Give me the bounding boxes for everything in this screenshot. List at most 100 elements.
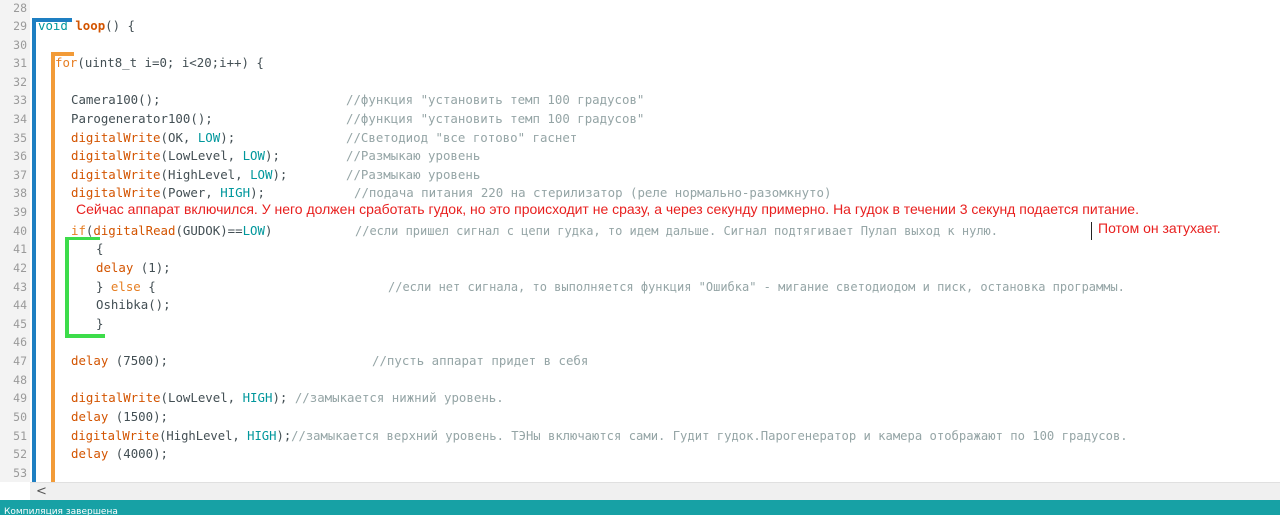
code-token: HIGH — [220, 185, 251, 200]
code-token: } — [96, 279, 111, 294]
code-token: loop — [75, 18, 106, 33]
code-token: (1500); — [108, 409, 168, 424]
code-token: i=0; i<20;i++) { — [137, 55, 264, 70]
code-token: (Power, — [160, 185, 221, 200]
scroll-left-arrow-icon[interactable]: < — [36, 483, 47, 501]
line-number: 35 — [13, 131, 27, 145]
line-number: 44 — [13, 298, 27, 312]
code-line-31: for(uint8_t i=0; i<20;i++) { — [55, 56, 264, 70]
code-comment: //Размыкаю уровень — [346, 167, 481, 182]
code-token: { — [96, 241, 104, 256]
orange-bracket-annotation — [51, 52, 74, 56]
line-number: 36 — [13, 149, 27, 163]
line-number: 29 — [13, 19, 27, 33]
code-token: LOW — [242, 223, 265, 238]
code-token: ( — [77, 55, 85, 70]
code-token: delay — [71, 409, 109, 424]
line-number: 52 — [13, 447, 27, 461]
green-bracket-annotation — [65, 237, 100, 240]
code-comment: //подача питания 220 на стерилизатор (ре… — [354, 185, 832, 200]
code-token: (7500); — [108, 353, 168, 368]
code-token: (4000); — [108, 446, 168, 461]
code-line-50: delay (1500); — [71, 410, 168, 424]
text-cursor — [1091, 222, 1092, 240]
code-token: delay — [71, 446, 109, 461]
code-token: Parogenerator100(); — [71, 111, 213, 126]
orange-bracket-annotation — [51, 52, 55, 482]
blue-bracket-annotation — [32, 18, 36, 482]
code-token: ); — [276, 429, 292, 443]
code-token: (HighLevel, — [160, 167, 251, 182]
line-number-gutter: 28 29 30 31 32 33 34 35 36 37 38 39 40 4… — [0, 0, 30, 482]
code-token: ); — [272, 167, 288, 182]
code-comment: //если нет сигнала, то выполняется функц… — [388, 280, 1125, 294]
code-token: ); — [272, 390, 288, 405]
code-line-52: delay (4000); — [71, 447, 168, 461]
line-number: 38 — [13, 186, 27, 200]
code-comment: //функция "установить темп 100 градусов" — [346, 111, 645, 126]
green-bracket-annotation — [65, 334, 105, 338]
code-line-40: if(digitalRead(GUDOK)==LOW) — [71, 224, 272, 238]
code-comment: //Светодиод "все готово" гаснет — [346, 130, 578, 145]
code-token: else — [110, 279, 141, 294]
code-comment: //Размыкаю уровень — [346, 148, 481, 163]
line-number: 37 — [13, 168, 27, 182]
code-line-51: digitalWrite(HighLevel, HIGH);//замыкает… — [71, 429, 1128, 443]
line-number: 39 — [13, 205, 27, 219]
line-number: 47 — [13, 354, 27, 368]
code-token: (GUDOK)== — [175, 223, 243, 238]
line-number: 32 — [13, 75, 27, 89]
horizontal-scrollbar[interactable]: < — [30, 482, 1280, 501]
code-token: LOW — [197, 130, 221, 145]
line-number: 42 — [13, 261, 27, 275]
code-token: //замыкается нижний уровень. — [287, 390, 504, 405]
code-token: Oshibka(); — [96, 297, 171, 312]
code-line-43: } else { — [96, 280, 156, 294]
code-token: (LowLevel, — [160, 390, 243, 405]
code-comment: //пусть аппарат придет в себя — [372, 353, 589, 368]
code-line-49: digitalWrite(LowLevel, HIGH); //замыкает… — [71, 391, 504, 405]
code-comment: //функция "установить темп 100 градусов" — [346, 92, 645, 107]
code-line-45: } — [96, 317, 103, 331]
code-token: LOW — [250, 167, 273, 182]
line-number: 41 — [13, 242, 27, 256]
line-number: 28 — [13, 1, 27, 15]
code-token: } — [96, 316, 104, 331]
line-number: 30 — [13, 38, 27, 52]
code-line-35: digitalWrite(OK, LOW); — [71, 131, 235, 145]
code-line-37: digitalWrite(HighLevel, LOW); — [71, 168, 287, 182]
code-token: //замыкается верхний уровень. ТЭНы включ… — [291, 429, 1128, 443]
code-token: for — [55, 55, 78, 70]
line-number: 43 — [13, 280, 27, 294]
code-token: if — [71, 223, 86, 238]
code-token: (OK, — [160, 130, 198, 145]
code-editor[interactable]: 28 29 30 31 32 33 34 35 36 37 38 39 40 4… — [0, 0, 1280, 482]
code-token: delay — [71, 353, 109, 368]
code-line-42: delay (1); — [96, 261, 171, 275]
code-token: (1); — [133, 260, 171, 275]
console-status-bar: Компиляция завершена — [0, 500, 1280, 517]
line-number: 31 — [13, 56, 27, 70]
line-number: 51 — [13, 429, 27, 443]
code-comment: //если пришел сигнал с цепи гудка, то ид… — [355, 224, 998, 238]
code-line-44: Oshibka(); — [96, 298, 171, 312]
code-token: HIGH — [242, 390, 273, 405]
code-token: () { — [105, 18, 135, 33]
console-status-text: Компиляция завершена — [4, 507, 118, 517]
code-token: ); — [264, 148, 280, 163]
code-token: ) — [264, 223, 273, 238]
line-number: 48 — [13, 373, 27, 387]
line-number: 45 — [13, 317, 27, 331]
code-token: delay — [96, 260, 134, 275]
code-token: digitalWrite — [71, 429, 160, 443]
code-token: digitalRead — [93, 223, 176, 238]
code-token: ); — [220, 130, 236, 145]
code-line-33: Camera100(); — [71, 93, 161, 107]
green-bracket-annotation — [65, 237, 69, 337]
code-token: (LowLevel, — [160, 148, 243, 163]
code-line-34: Parogenerator100(); — [71, 112, 213, 126]
line-number: 40 — [13, 224, 27, 238]
code-line-41: { — [96, 242, 103, 256]
code-line-47: delay (7500); — [71, 354, 168, 368]
annotation-note: Потом он затухает. — [1098, 220, 1221, 236]
